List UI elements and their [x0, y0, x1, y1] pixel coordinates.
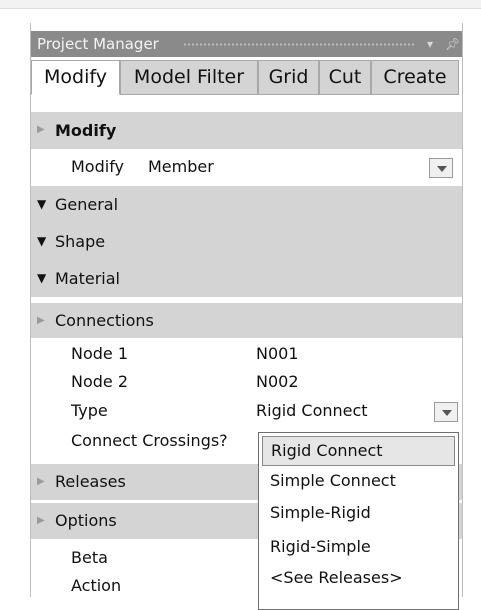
section-label: Material [55, 269, 120, 288]
dropdown-option-simple-connect[interactable]: Simple Connect [262, 467, 455, 497]
modify-field-value[interactable]: Member [148, 157, 214, 176]
section-general[interactable]: ▼ General [31, 186, 462, 223]
section-label: Modify [55, 121, 117, 140]
dropdown-option-rigid-connect[interactable]: Rigid Connect [262, 436, 455, 466]
top-strip [0, 0, 481, 23]
triangle-down-icon: ▼ [37, 234, 47, 248]
modify-field-row: Modify Member [31, 149, 462, 186]
dropdown-option-simple-rigid[interactable]: Simple-Rigid [262, 499, 455, 529]
property-label: Node 2 [71, 372, 129, 391]
panel-title-bar[interactable]: Project Manager ▾ 📌︎ [31, 31, 462, 57]
property-row-node1: Node 1 N001 [31, 341, 462, 369]
tab-model-filter[interactable]: Model Filter [120, 60, 258, 95]
property-label: Connect Crossings? [71, 431, 228, 450]
property-label: Node 1 [71, 344, 129, 363]
section-modify[interactable]: ▶ Modify [31, 112, 462, 149]
modify-field-label: Modify [71, 157, 125, 176]
property-value[interactable]: N002 [256, 372, 299, 391]
triangle-right-icon: ▶ [37, 315, 45, 326]
triangle-right-icon: ▶ [37, 476, 45, 487]
property-label: Action [71, 576, 122, 595]
tab-cut[interactable]: Cut [319, 60, 371, 95]
grip-dots [183, 43, 416, 46]
triangle-right-icon: ▶ [37, 124, 45, 135]
tab-create[interactable]: Create [371, 60, 459, 95]
section-label: General [55, 195, 119, 214]
pin-icon[interactable]: 📌︎ [445, 31, 460, 57]
tab-modify[interactable]: Modify [31, 60, 120, 95]
section-shape[interactable]: ▼ Shape [31, 223, 462, 260]
section-connections[interactable]: ▶ Connections [31, 303, 462, 338]
property-row-type: Type Rigid Connect [31, 397, 462, 427]
chevron-down-icon[interactable]: ▾ [427, 31, 433, 57]
top-strip-bar [0, 0, 481, 9]
section-label: Options [55, 511, 117, 530]
type-dropdown-list: Rigid Connect Simple Connect Simple-Rigi… [258, 432, 459, 610]
triangle-down-icon: ▼ [37, 271, 47, 285]
chevron-down-icon[interactable] [434, 402, 458, 422]
property-value[interactable]: N001 [256, 344, 299, 363]
tab-label: Create [383, 66, 447, 88]
property-label: Type [71, 401, 108, 420]
dropdown-option-rigid-simple[interactable]: Rigid-Simple [262, 533, 455, 563]
triangle-right-icon: ▶ [37, 515, 45, 526]
section-material[interactable]: ▼ Material [31, 260, 462, 297]
section-label: Shape [55, 232, 106, 251]
project-manager-panel: Project Manager ▾ 📌︎ Modify Model Filter… [30, 23, 463, 610]
chevron-down-icon[interactable] [429, 158, 453, 178]
property-label: Beta [71, 548, 108, 567]
type-select-value[interactable]: Rigid Connect [256, 401, 368, 420]
property-row-node2: Node 2 N002 [31, 369, 462, 397]
tab-label: Model Filter [133, 66, 245, 88]
tab-grid[interactable]: Grid [258, 60, 319, 95]
dropdown-option-see-releases[interactable]: <See Releases> [262, 564, 455, 594]
triangle-down-icon: ▼ [37, 197, 47, 211]
section-label: Connections [55, 311, 154, 330]
tab-label: Cut [328, 66, 362, 88]
section-label: Releases [55, 472, 126, 491]
tab-bar: Modify Model Filter Grid Cut Create [31, 60, 462, 95]
tab-label: Modify [44, 66, 107, 88]
tab-label: Grid [268, 66, 309, 88]
panel-title: Project Manager [37, 35, 159, 53]
